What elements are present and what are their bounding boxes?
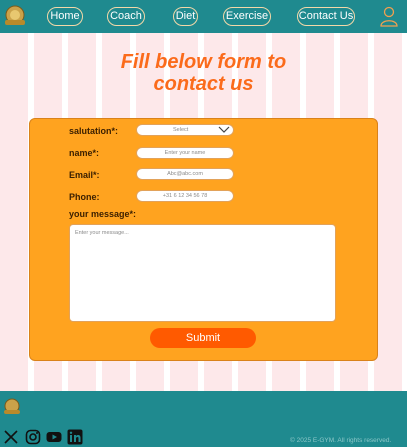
submit-button[interactable]: Submit <box>150 328 256 348</box>
nav-exercise[interactable]: Exercise <box>223 7 271 26</box>
message-textarea[interactable]: Enter your message... <box>69 224 336 322</box>
user-icon[interactable] <box>379 6 399 27</box>
youtube-icon[interactable] <box>46 429 62 445</box>
name-input[interactable]: Enter your name <box>136 147 234 159</box>
page-title: Fill below form to contact us <box>120 51 287 95</box>
top-navbar: Home Coach Diet Exercise Contact Us <box>0 0 407 33</box>
instagram-icon[interactable] <box>25 429 41 445</box>
email-input[interactable]: Abc@abc.com <box>136 168 234 180</box>
copyright-text: © 2025 E-GYM. All rights reserved. <box>290 437 392 444</box>
gym-logo-icon[interactable] <box>2 4 28 28</box>
email-label: Email*: <box>69 170 100 180</box>
nav-contact-us[interactable]: Contact Us <box>297 7 355 26</box>
message-label: your message*: <box>69 209 137 219</box>
linkedin-icon[interactable] <box>67 429 83 445</box>
salutation-select[interactable]: Select <box>136 124 234 136</box>
name-label: name*: <box>69 148 100 158</box>
phone-input[interactable]: +31 6 12 34 56 78 <box>136 190 234 202</box>
nav-diet[interactable]: Diet <box>173 7 198 26</box>
footer-logo-icon <box>4 398 20 414</box>
salutation-label: salutation*: <box>69 126 119 136</box>
chevron-down-icon <box>218 126 230 133</box>
phone-label: Phone: <box>69 192 100 202</box>
salutation-value: Select <box>173 127 189 133</box>
nav-coach[interactable]: Coach <box>107 7 145 26</box>
x-twitter-icon[interactable] <box>3 429 19 445</box>
nav-home[interactable]: Home <box>47 7 83 26</box>
